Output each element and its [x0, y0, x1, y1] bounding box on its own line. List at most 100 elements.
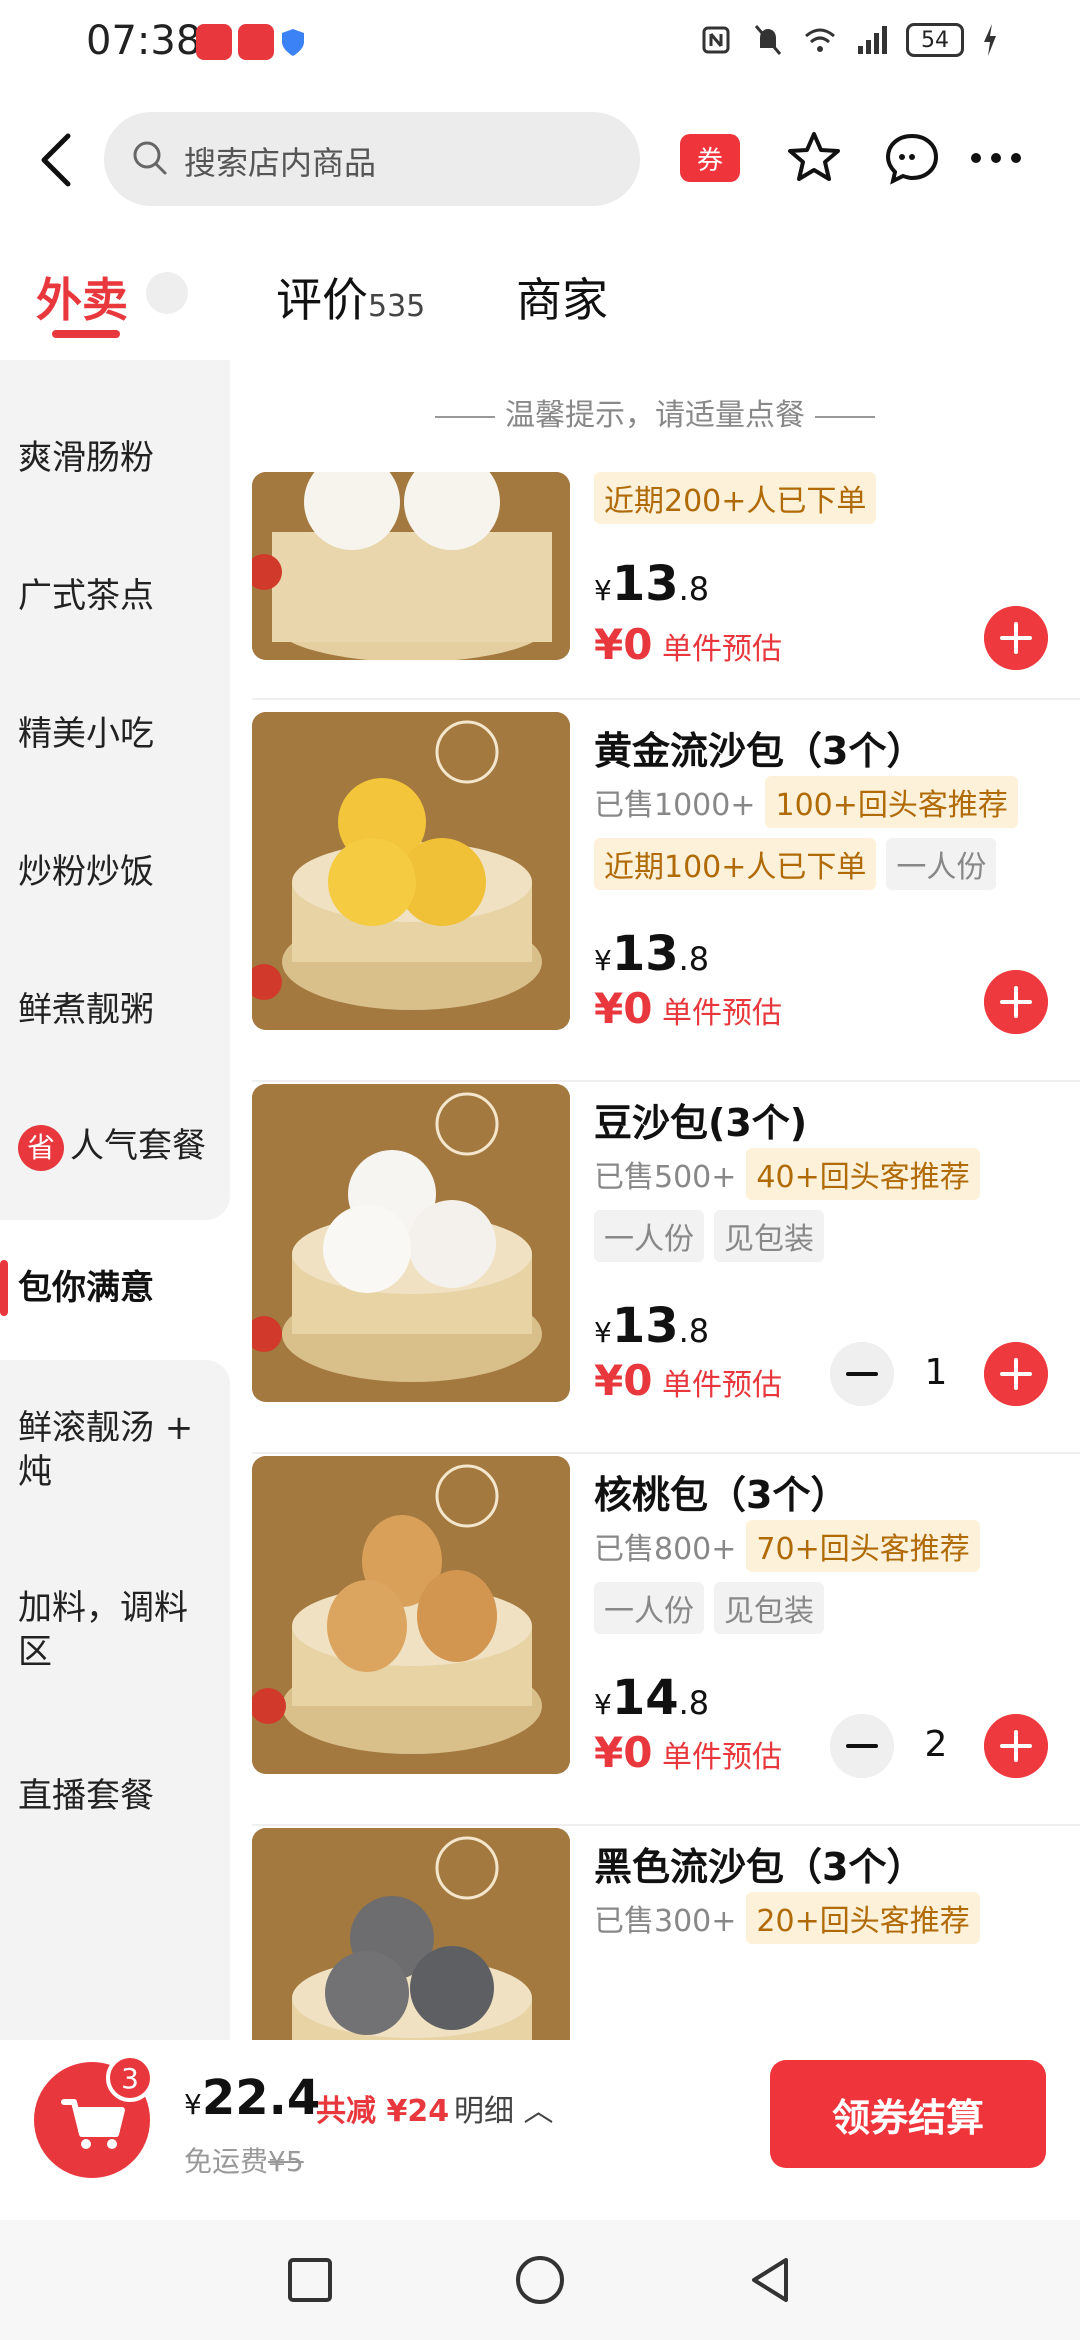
sidebar-item-changfen[interactable]: 爽滑肠粉 — [18, 436, 218, 480]
cart-total: ¥22.4 — [184, 2070, 320, 2126]
estimate-value: 0 — [623, 620, 653, 669]
product-image — [252, 1084, 570, 1402]
currency-symbol: ¥ — [594, 1728, 624, 1777]
sidebar-item-fried-rice[interactable]: 炒粉炒饭 — [18, 850, 218, 894]
tab-reviews-count: 535 — [368, 289, 426, 324]
mute-icon — [754, 25, 782, 55]
tab-merchant[interactable]: 商家 — [516, 264, 608, 330]
product-card[interactable]: 黄金流沙包（3个） 已售1000+ 100+回头客推荐 近期100+人已下单 一… — [230, 712, 1080, 1082]
search-icon — [133, 141, 167, 175]
price: ¥13.8 — [594, 556, 709, 612]
more-icon[interactable] — [966, 128, 1026, 188]
checkout-button[interactable]: 领券结算 — [770, 2060, 1046, 2168]
battery-indicator: 54 — [906, 23, 964, 57]
add-button[interactable] — [984, 1342, 1048, 1406]
sidebar-item-small-eats[interactable]: 精美小吃 — [18, 712, 218, 756]
cart-count-badge: 3 — [106, 2054, 154, 2102]
back-icon[interactable] — [742, 2252, 798, 2308]
product-name: 黄金流沙包（3个） — [594, 729, 925, 773]
detail-link[interactable]: 明细 ︿ — [454, 2086, 554, 2130]
divider — [435, 415, 495, 418]
estimate-label: 单件预估 — [662, 1368, 783, 1403]
home-icon[interactable] — [512, 2252, 568, 2308]
wifi-icon — [805, 28, 835, 52]
screen: 07:38 54 搜索店内商品 券 外卖 评价535 商家 爽滑肠粉 广式茶点 … — [0, 0, 1080, 2340]
tag-row: 已售500+ 40+回头客推荐 — [594, 1148, 980, 1200]
tab-reviews[interactable]: 评价535 — [276, 264, 425, 330]
product-list: 温馨提示，请适量点餐 近期200+人已下单 ¥13.8 ¥0 单件预估 黄金流沙… — [230, 360, 1080, 2040]
cart-bar: 3 ¥22.4 共减 ¥24 明细 ︿ 免运费¥5 领券结算 — [0, 2040, 1080, 2220]
product-card[interactable]: 近期200+人已下单 ¥13.8 ¥0 单件预估 — [230, 472, 1080, 700]
tag: 近期200+人已下单 — [594, 472, 877, 524]
coupon-button[interactable]: 券 — [680, 134, 740, 182]
collapse-toggle-icon[interactable] — [146, 272, 188, 314]
price-decimal: .8 — [678, 1684, 710, 1722]
sidebar-background — [0, 360, 230, 1220]
chat-icon[interactable] — [882, 128, 942, 188]
tip-text: 温馨提示，请适量点餐 — [505, 398, 805, 433]
sidebar-item-live-sets[interactable]: 直播套餐 — [18, 1774, 218, 1818]
estimate-value: 0 — [623, 1356, 653, 1405]
tag-row: 已售1000+ 100+回头客推荐 — [594, 776, 1018, 828]
estimate-price: ¥0 单件预估 — [594, 984, 782, 1033]
estimate-value: 0 — [623, 1728, 653, 1777]
tag: 70+回头客推荐 — [746, 1520, 980, 1572]
product-name: 黑色流沙包（3个） — [594, 1845, 925, 1889]
sidebar-item-soup[interactable]: 鲜滚靓汤 + 炖 — [18, 1406, 218, 1494]
sidebar-item-congee[interactable]: 鲜煮靓粥 — [18, 988, 218, 1032]
sold-count: 已售500+ — [594, 1160, 737, 1195]
decrease-button[interactable] — [830, 1342, 894, 1406]
search-input[interactable]: 搜索店内商品 — [104, 112, 640, 206]
add-button[interactable] — [984, 1714, 1048, 1778]
decrease-button[interactable] — [830, 1714, 894, 1778]
sidebar-item-satisfied[interactable]: 包你满意 — [18, 1266, 218, 1310]
tab-active-indicator — [52, 330, 120, 338]
estimate-price: ¥0 单件预估 — [594, 1356, 782, 1405]
search-placeholder: 搜索店内商品 — [184, 144, 377, 182]
product-name: 核桃包（3个） — [594, 1473, 849, 1517]
tab-delivery[interactable]: 外卖 — [36, 264, 128, 330]
currency-symbol: ¥ — [594, 944, 612, 977]
delivery-fee: 免运费¥5 — [184, 2140, 304, 2180]
sold-count: 已售800+ — [594, 1532, 737, 1567]
back-arrow-icon[interactable] — [30, 128, 86, 192]
price-integer: 13 — [611, 926, 679, 982]
detail-label: 明细 — [454, 2094, 514, 2129]
product-image — [252, 712, 570, 1030]
currency-symbol: ¥ — [594, 574, 612, 607]
original-delivery-fee: ¥5 — [268, 2145, 304, 2178]
product-card[interactable]: 豆沙包(3个) 已售500+ 40+回头客推荐 一人份 见包装 ¥13.8 ¥0… — [230, 1084, 1080, 1454]
tag-row: 近期100+人已下单 一人份 — [594, 838, 997, 890]
divider — [252, 1452, 1080, 1454]
price-decimal: .8 — [678, 940, 710, 978]
tag: 一人份 — [886, 838, 997, 890]
star-icon[interactable] — [784, 128, 844, 188]
divider — [252, 698, 1080, 700]
add-button[interactable] — [984, 970, 1048, 1034]
tag-row: 一人份 见包装 — [594, 1582, 824, 1634]
tag: 100+回头客推荐 — [765, 776, 1018, 828]
sidebar-item-condiments[interactable]: 加料，调料区 — [18, 1586, 218, 1674]
tag-row: 已售800+ 70+回头客推荐 — [594, 1520, 980, 1572]
tag-row: 已售300+ 20+回头客推荐 — [594, 1892, 980, 1944]
sidebar-active-indicator — [0, 1260, 8, 1316]
header: 搜索店内商品 券 — [0, 100, 1080, 220]
tag: 一人份 — [594, 1210, 704, 1262]
tag: 近期100+人已下单 — [594, 838, 877, 890]
sidebar-item-tea-snacks[interactable]: 广式茶点 — [18, 574, 218, 618]
recents-icon[interactable] — [282, 2252, 338, 2308]
tag: 20+回头客推荐 — [746, 1892, 980, 1944]
estimate-price: ¥0 单件预估 — [594, 620, 782, 669]
nfc-icon — [702, 26, 730, 54]
sidebar-item-popular-sets[interactable]: 省人气套餐 — [18, 1124, 218, 1171]
currency-symbol: ¥ — [594, 1688, 612, 1721]
category-sidebar: 爽滑肠粉 广式茶点 精美小吃 炒粉炒饭 鲜煮靓粥 省人气套餐 包你满意 鲜滚靓汤… — [0, 360, 230, 2220]
tag: 40+回头客推荐 — [746, 1148, 980, 1200]
system-nav-bar — [0, 2220, 1080, 2340]
tag: 见包装 — [714, 1582, 824, 1634]
product-card[interactable]: 黑色流沙包（3个） 已售300+ 20+回头客推荐 — [230, 1828, 1080, 2040]
huawei-app-icon — [196, 24, 232, 60]
chevron-up-icon: ︿ — [523, 2094, 554, 2129]
product-card[interactable]: 核桃包（3个） 已售800+ 70+回头客推荐 一人份 见包装 ¥14.8 ¥0… — [230, 1456, 1080, 1826]
add-button[interactable] — [984, 606, 1048, 670]
